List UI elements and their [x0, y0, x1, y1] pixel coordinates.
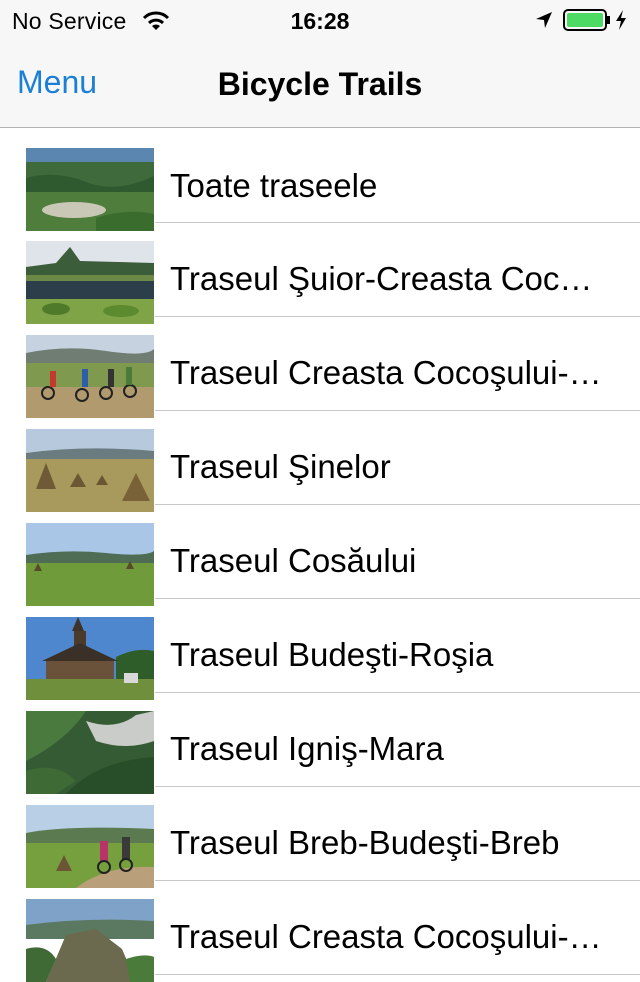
wooden-church-photo-thumb — [26, 617, 154, 700]
trail-row[interactable]: Traseul Şinelor — [0, 411, 640, 512]
trail-label: Traseul Creasta Cocoşului-… — [170, 354, 602, 391]
page-title: Bicycle Trails — [217, 66, 423, 102]
charging-bolt-icon — [616, 10, 626, 30]
meadow-photo-thumb — [26, 523, 154, 606]
location-arrow-icon — [536, 12, 552, 28]
haystacks-photo-thumb — [26, 429, 154, 512]
trail-label: Traseul Şinelor — [170, 448, 391, 485]
trail-row[interactable]: Traseul Breb-Budeşti-Breb — [0, 787, 640, 888]
trail-list: Toate traseele Traseul Şuior-Creasta Coc… — [0, 129, 640, 982]
trail-label: Traseul Budeşti-Roşia — [170, 636, 494, 673]
trail-label: Traseul Cosăului — [170, 542, 417, 579]
trail-row[interactable]: Traseul Budeşti-Roşia — [0, 599, 640, 700]
trail-label: Traseul Şuior-Creasta Coc… — [170, 260, 593, 297]
trail-label: Toate traseele — [170, 167, 378, 204]
navigation-bar: Menu Bicycle Trails — [0, 40, 640, 128]
trail-row[interactable]: Traseul Şuior-Creasta Coc… — [0, 223, 640, 324]
trail-row[interactable]: Traseul Igniş-Mara — [0, 693, 640, 794]
rocky-crest-photo-thumb — [26, 899, 154, 982]
cyclists-photo-thumb — [26, 335, 154, 418]
battery-icon — [563, 9, 610, 31]
forest-valley-photo-thumb — [26, 148, 154, 231]
trail-row[interactable]: Traseul Creasta Cocoşului-… — [0, 317, 640, 418]
forest-aerial-photo-thumb — [26, 711, 154, 794]
trail-label: Traseul Creasta Cocoşului-… — [170, 918, 602, 955]
trail-label: Traseul Breb-Budeşti-Breb — [170, 824, 560, 861]
trail-row[interactable]: Toate traseele — [0, 129, 640, 231]
cyclists-haystacks-photo-thumb — [26, 805, 154, 888]
trail-row[interactable]: Traseul Creasta Cocoşului-… — [0, 881, 640, 982]
status-bar: No Service 16:28 — [0, 0, 640, 40]
trail-label: Traseul Igniş-Mara — [170, 730, 444, 767]
mountain-lake-photo-thumb — [26, 241, 154, 324]
trail-row[interactable]: Traseul Cosăului — [0, 505, 640, 606]
